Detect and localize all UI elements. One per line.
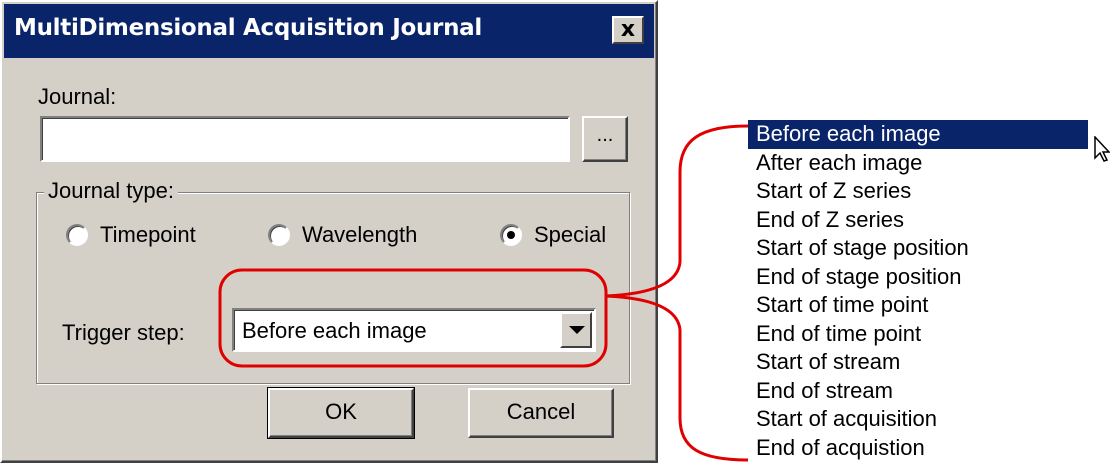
list-item[interactable]: Before each image	[748, 120, 1088, 149]
cancel-button[interactable]: Cancel	[468, 388, 614, 438]
journal-input[interactable]	[40, 116, 570, 162]
close-button[interactable]: x	[612, 16, 644, 44]
list-item[interactable]: Start of stream	[748, 348, 1088, 377]
journal-label: Journal:	[38, 84, 117, 109]
list-item[interactable]: Start of time point	[748, 291, 1088, 320]
list-item[interactable]: End of time point	[748, 320, 1088, 349]
list-item[interactable]: End of stage position	[748, 263, 1088, 292]
list-item[interactable]: Start of acquisition	[748, 405, 1088, 434]
list-item[interactable]: After each image	[748, 149, 1088, 178]
window-title: MultiDimensional Acquisition Journal	[14, 15, 482, 41]
radio-wavelength-circle[interactable]	[268, 224, 290, 246]
ok-button[interactable]: OK	[267, 387, 415, 439]
bracket-lower-arm	[678, 330, 749, 462]
list-item[interactable]: End of stream	[748, 377, 1088, 406]
list-item[interactable]: End of Z series	[748, 206, 1088, 235]
journal-dialog: MultiDimensional Acquisition Journal x J…	[0, 0, 658, 463]
journal-type-group	[36, 192, 630, 384]
radio-special-label: Special	[534, 222, 607, 247]
radio-timepoint-circle[interactable]	[66, 224, 88, 246]
title-bar[interactable]: MultiDimensional Acquisition Journal x	[4, 4, 654, 58]
radio-timepoint-label: Timepoint	[100, 222, 196, 247]
browse-button[interactable]: ...	[582, 116, 628, 162]
trigger-step-select[interactable]: Before each image	[232, 308, 596, 352]
mouse-cursor-icon	[1094, 136, 1110, 162]
close-icon: x	[620, 17, 636, 42]
trigger-options-list: Before each image After each image Start o…	[748, 120, 1088, 462]
trigger-step-value: Before each image	[242, 318, 427, 343]
radio-special[interactable]: Special	[500, 222, 606, 248]
list-item[interactable]: Start of Z series	[748, 177, 1088, 206]
chevron-down-icon[interactable]	[560, 312, 592, 348]
radio-special-circle[interactable]	[500, 224, 522, 246]
list-item[interactable]: End of acquistion	[748, 434, 1088, 463]
bracket-upper-arm	[678, 124, 749, 262]
radio-timepoint[interactable]: Timepoint	[66, 222, 196, 248]
radio-wavelength[interactable]: Wavelength	[268, 222, 417, 248]
journal-type-label: Journal type:	[44, 178, 178, 204]
trigger-step-label: Trigger step:	[62, 320, 185, 345]
screenshot-canvas: MultiDimensional Acquisition Journal x J…	[0, 0, 1110, 466]
radio-wavelength-label: Wavelength	[302, 222, 418, 247]
list-item[interactable]: Start of stage position	[748, 234, 1088, 263]
